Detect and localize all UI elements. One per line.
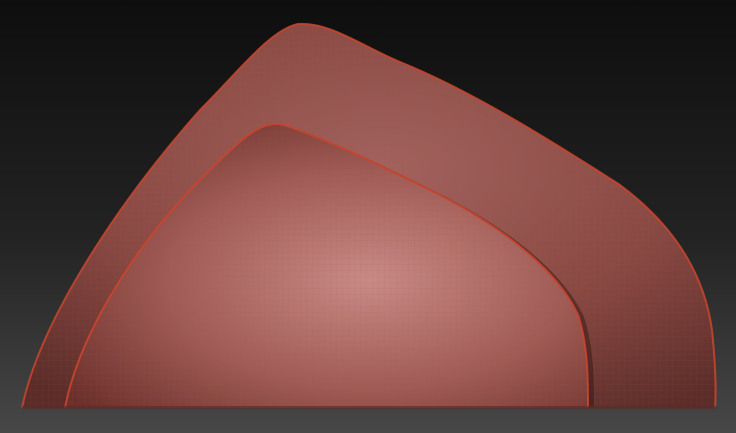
sculpt-canvas[interactable] [0,0,736,433]
3d-viewport[interactable] [0,0,736,433]
mesh-base-edge [22,406,716,409]
